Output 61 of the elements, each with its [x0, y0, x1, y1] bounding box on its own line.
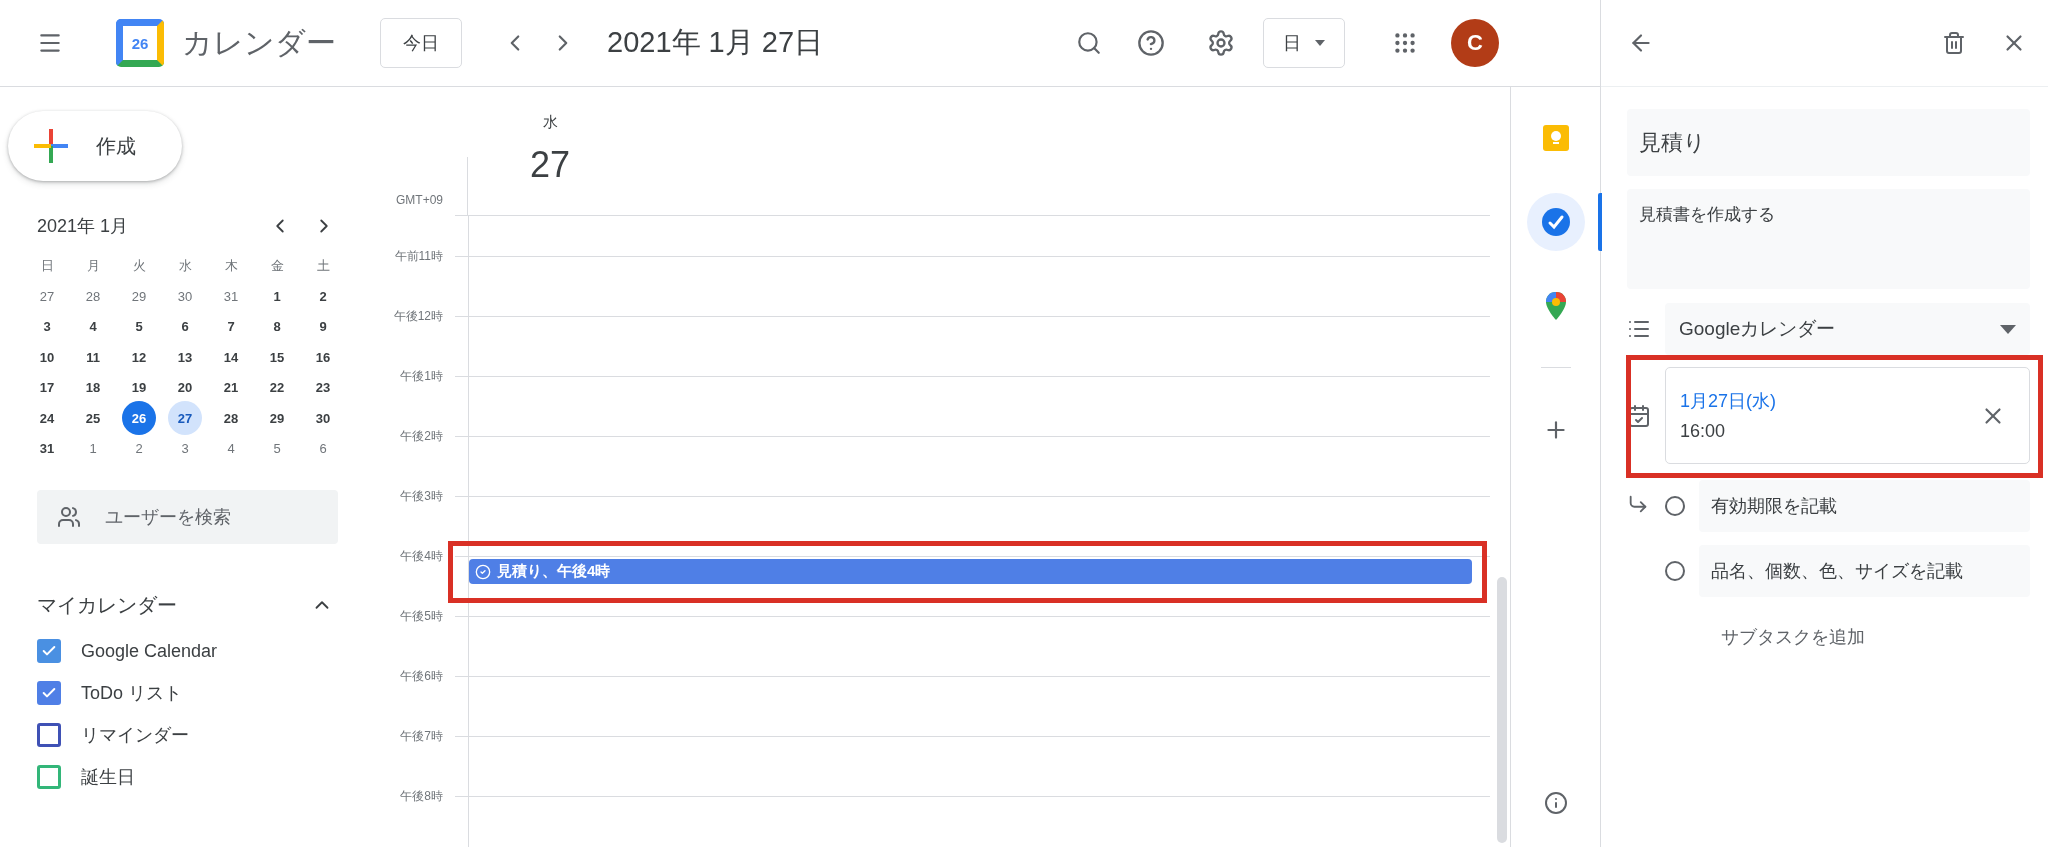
hour-label: 午後8時: [399, 788, 444, 805]
weekday-label: 木: [223, 257, 239, 275]
day-number[interactable]: 27: [529, 144, 570, 186]
subtask-radio[interactable]: [1665, 561, 1685, 581]
settings-icon: [1207, 29, 1235, 57]
note-icon: [1541, 124, 1570, 152]
caret-icon: [2000, 324, 2016, 334]
map-pin-icon: [1544, 291, 1567, 321]
calendar-logo: 26: [116, 19, 164, 67]
date-cell[interactable]: 27: [168, 401, 202, 436]
check-circle-icon: [475, 563, 491, 580]
subtask-radio[interactable]: [1665, 496, 1685, 516]
timezone-label: GMT+09: [395, 193, 444, 209]
due-time: 16:00: [1680, 421, 1727, 442]
section-title: マイカレンダー: [37, 592, 178, 618]
date-cell[interactable]: 26: [122, 401, 156, 436]
date-title: 2021年 1月 27日: [607, 25, 824, 60]
apps-grid-icon: [1392, 30, 1418, 56]
weekday-label: 月: [85, 257, 101, 275]
hour-slot[interactable]: [468, 496, 1490, 556]
calendar-label: ToDo リスト: [81, 682, 183, 705]
checkbox[interactable]: [37, 639, 61, 663]
subtask-arrow-icon: [1627, 493, 1649, 515]
add-subtask-button[interactable]: サブタスクを追加: [1721, 625, 1865, 649]
weekday-label: 水: [542, 113, 558, 132]
create-button[interactable]: 作成: [8, 111, 182, 181]
calendar-label: Google Calendar: [81, 640, 218, 662]
trash-icon: [1942, 31, 1966, 55]
app-title: カレンダー: [182, 24, 337, 61]
hour-slot[interactable]: 見積り、午後4時: [468, 556, 1490, 616]
info-icon: [1543, 791, 1568, 815]
weekday-label: 火: [131, 257, 147, 275]
month-title: 2021年 1月: [37, 215, 130, 238]
calendar-label: 誕生日: [81, 766, 135, 789]
details-field[interactable]: 見積書を作成する: [1627, 189, 2030, 289]
weekday-label: 水: [177, 257, 193, 275]
help-icon: [1137, 29, 1165, 57]
people-icon: [57, 505, 81, 529]
check-circle-icon: [1540, 207, 1571, 237]
plus-icon: [34, 129, 68, 163]
checkbox[interactable]: [37, 723, 61, 747]
user-search-field[interactable]: ユーザーを検索: [37, 490, 338, 544]
weekday-label: 土: [315, 257, 331, 275]
due-date: 1月27日(水): [1680, 390, 1777, 413]
calendar-label: リマインダー: [81, 724, 189, 747]
view-select[interactable]: 日: [1263, 18, 1345, 68]
checkbox[interactable]: [37, 681, 61, 705]
checkbox[interactable]: [37, 765, 61, 789]
subtask-field[interactable]: 有効期限を記載: [1699, 480, 2030, 532]
title-field[interactable]: 見積り: [1627, 109, 2030, 176]
list-select[interactable]: Googleカレンダー: [1665, 303, 2030, 355]
task-event[interactable]: 見積り、午後4時: [469, 559, 1472, 584]
weekday-label: 金: [269, 257, 285, 275]
avatar[interactable]: C: [1451, 19, 1499, 67]
subtask-field[interactable]: 品名、個数、色、サイズを記載: [1699, 545, 2030, 597]
today-button[interactable]: 今日: [380, 18, 462, 68]
caret-icon: [1315, 40, 1325, 46]
scrollbar[interactable]: [1497, 577, 1507, 843]
weekday-label: 日: [39, 257, 55, 275]
due-date-card[interactable]: 1月27日(水) 16:00: [1665, 367, 2030, 464]
search-icon: [1076, 30, 1102, 56]
